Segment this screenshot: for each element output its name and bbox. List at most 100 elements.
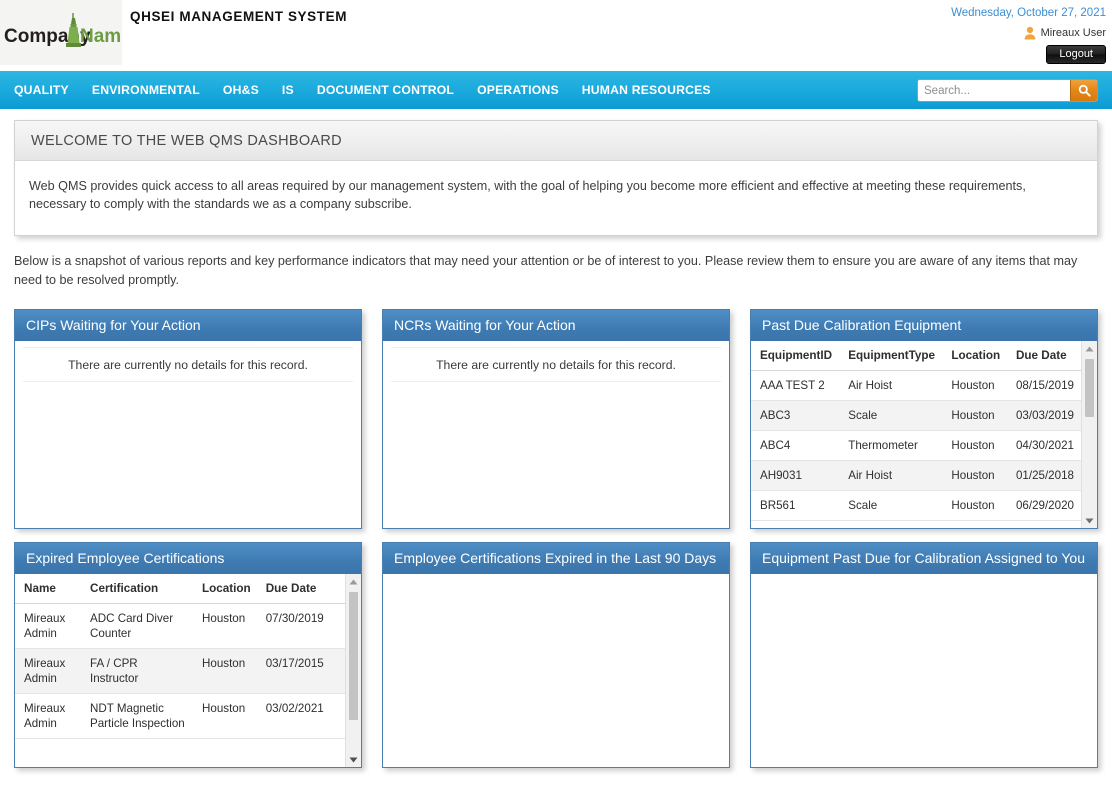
card-title: Equipment Past Due for Calibration Assig… [751, 543, 1097, 574]
column-header[interactable]: Location [942, 341, 1007, 371]
nav-item-environmental[interactable]: ENVIRONMENTAL [92, 83, 200, 97]
column-header[interactable]: Due Date [1006, 341, 1081, 371]
welcome-panel: WELCOME TO THE WEB QMS DASHBOARD Web QMS… [14, 120, 1098, 236]
column-header[interactable]: Location [193, 574, 257, 604]
card-body: EquipmentID EquipmentType Location Due D… [751, 341, 1097, 528]
cell-equipment-type: Air Hoist [839, 370, 943, 401]
card-body: Name Certification Location Due Date Mir… [15, 574, 361, 767]
table-row[interactable]: AH9031 Air Hoist Houston 01/25/2018 [751, 460, 1081, 491]
cell-equipment-id: AAA TEST 2 [751, 370, 840, 401]
user-name: Mireaux User [1040, 27, 1106, 39]
scroll-down-arrow[interactable] [1082, 513, 1097, 528]
cell-equipment-id: ABC3 [751, 400, 840, 431]
chevron-down-icon [1085, 518, 1094, 523]
card-body: There are currently no details for this … [15, 341, 361, 528]
cell-equipment-type: Scale [839, 490, 943, 521]
nav-item-is[interactable]: IS [282, 83, 294, 97]
user-info: Mireaux User [1023, 26, 1106, 40]
chevron-up-icon [349, 579, 358, 584]
top-bar: Company Name QHSEI MANAGEMENT SYSTEM Wed… [0, 0, 1112, 71]
nav-item-operations[interactable]: OPERATIONS [477, 83, 559, 97]
cell-location: Houston [942, 460, 1007, 491]
table-row[interactable]: Mireaux Admin ADC Card Diver Counter Hou… [15, 603, 345, 649]
cell-equipment-type: Scale [839, 400, 943, 431]
nav-item-quality[interactable]: QUALITY [14, 83, 69, 97]
cell-due-date: 03/03/2019 [1006, 400, 1081, 431]
cell-location: Houston [942, 370, 1007, 401]
welcome-title: WELCOME TO THE WEB QMS DASHBOARD [15, 121, 1097, 161]
table-wrapper: Name Certification Location Due Date Mir… [15, 574, 361, 767]
logo-graphic: Company Name [4, 12, 120, 47]
cell-certification: ADC Card Diver Counter [81, 603, 193, 649]
cell-equipment-id: ABC4 [751, 430, 840, 461]
nav-item-human-resources[interactable]: HUMAN RESOURCES [582, 83, 711, 97]
search-icon [1078, 84, 1091, 97]
cell-certification: FA / CPR Instructor [81, 648, 193, 694]
scroll-up-arrow[interactable] [1082, 341, 1097, 356]
dashboard-row-1: CIPs Waiting for Your Action There are c… [14, 309, 1098, 529]
empty-message: There are currently no details for this … [391, 347, 721, 382]
search-button[interactable] [1070, 80, 1097, 101]
column-header[interactable]: Name [15, 574, 81, 604]
cell-due-date: 04/30/2021 [1006, 430, 1081, 461]
vertical-scrollbar[interactable] [1081, 341, 1097, 528]
column-header[interactable]: EquipmentType [839, 341, 943, 371]
card-certifications-last-90-days: Employee Certifications Expired in the L… [382, 542, 730, 768]
cell-equipment-id: BR561 [751, 490, 840, 521]
cell-location: Houston [193, 648, 257, 694]
table-row[interactable]: ABC3 Scale Houston 03/03/2019 [751, 400, 1081, 431]
card-title: NCRs Waiting for Your Action [383, 310, 729, 341]
vertical-scrollbar[interactable] [345, 574, 361, 767]
scroll-down-arrow[interactable] [346, 752, 361, 767]
table-row[interactable]: Mireaux Admin FA / CPR Instructor Housto… [15, 648, 345, 694]
cell-equipment-type: Air Hoist [839, 460, 943, 491]
nav-item-ohs[interactable]: OH&S [223, 83, 259, 97]
cell-due-date: 01/25/2018 [1006, 460, 1081, 491]
dashboard-row-2: Expired Employee Certifications Name Cer… [14, 542, 1098, 768]
welcome-body: Web QMS provides quick access to all are… [29, 179, 1026, 211]
card-title: Past Due Calibration Equipment [751, 310, 1097, 341]
cell-due-date: 08/15/2019 [1006, 370, 1081, 401]
column-header[interactable]: Certification [81, 574, 193, 604]
search-input[interactable] [918, 80, 1070, 101]
card-body: There are currently no details for this … [383, 341, 729, 528]
logout-button[interactable]: Logout [1046, 45, 1106, 64]
scrollbar-thumb[interactable] [1085, 359, 1094, 417]
scroll-up-arrow[interactable] [346, 574, 361, 589]
cell-due-date: 06/29/2020 [1006, 490, 1081, 521]
calibration-table: EquipmentID EquipmentType Location Due D… [751, 341, 1081, 521]
table-header-row: Name Certification Location Due Date [15, 574, 345, 604]
table-scroll-area: Name Certification Location Due Date Mir… [15, 574, 345, 767]
scrollbar-thumb[interactable] [349, 592, 358, 720]
chevron-up-icon [1085, 346, 1094, 351]
page-content: WELCOME TO THE WEB QMS DASHBOARD Web QMS… [0, 120, 1112, 768]
cell-due-date: 03/02/2021 [256, 693, 345, 739]
current-date: Wednesday, October 27, 2021 [951, 7, 1106, 19]
card-past-due-calibration: Past Due Calibration Equipment Equipment… [750, 309, 1098, 529]
table-row[interactable]: Mireaux Admin NDT Magnetic Particle Insp… [15, 693, 345, 739]
card-ncrs-waiting: NCRs Waiting for Your Action There are c… [382, 309, 730, 529]
column-header[interactable]: EquipmentID [751, 341, 840, 371]
cell-name: Mireaux Admin [15, 648, 81, 694]
cell-location: Houston [942, 490, 1007, 521]
nav-item-document-control[interactable]: DOCUMENT CONTROL [317, 83, 454, 97]
app-title: QHSEI MANAGEMENT SYSTEM [130, 9, 348, 24]
user-icon [1024, 26, 1035, 40]
table-row[interactable]: ABC4 Thermometer Houston 04/30/2021 [751, 430, 1081, 461]
cell-name: Mireaux Admin [15, 603, 81, 649]
intro-text: Below is a snapshot of various reports a… [14, 254, 1078, 287]
card-title: CIPs Waiting for Your Action [15, 310, 361, 341]
table-row[interactable]: BR561 Scale Houston 06/29/2020 [751, 490, 1081, 521]
card-title: Expired Employee Certifications [15, 543, 361, 574]
card-equipment-assigned-to-you: Equipment Past Due for Calibration Assig… [750, 542, 1098, 768]
cell-location: Houston [193, 693, 257, 739]
company-logo: Company Name [0, 0, 122, 65]
table-row[interactable]: AAA TEST 2 Air Hoist Houston 08/15/2019 [751, 370, 1081, 401]
chevron-down-icon [349, 757, 358, 762]
column-header[interactable]: Due Date [256, 574, 345, 604]
cell-due-date: 07/30/2019 [256, 603, 345, 649]
main-navigation: QUALITY ENVIRONMENTAL OH&S IS DOCUMENT C… [0, 71, 1112, 109]
cell-equipment-id: AH9031 [751, 460, 840, 491]
table-header-row: EquipmentID EquipmentType Location Due D… [751, 341, 1081, 371]
cell-location: Houston [942, 400, 1007, 431]
